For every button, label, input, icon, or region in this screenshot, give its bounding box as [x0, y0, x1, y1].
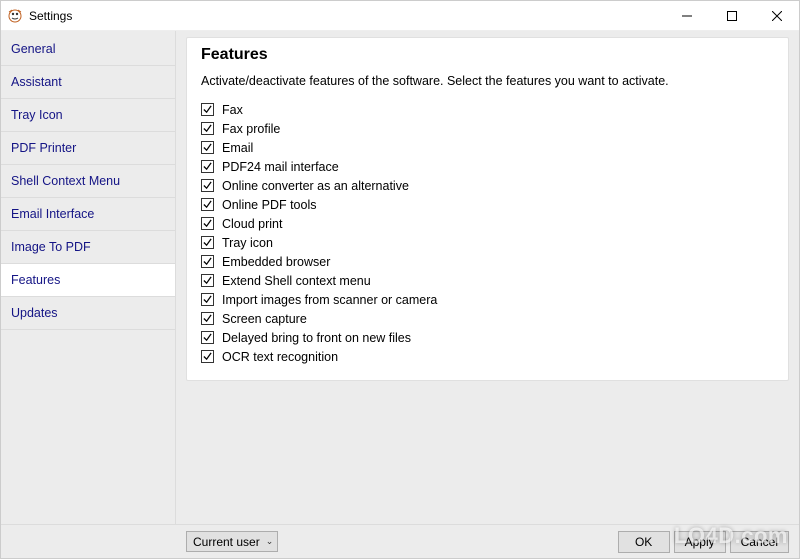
features-list: Fax Fax profile Email PDF24 mail interface O…: [201, 100, 774, 366]
ok-button[interactable]: OK: [618, 531, 670, 553]
sidebar-item-image-to-pdf[interactable]: Image To PDF: [1, 231, 175, 264]
sidebar-item-assistant[interactable]: Assistant: [1, 66, 175, 99]
feature-row: Email: [201, 138, 774, 157]
feature-checkbox[interactable]: [201, 274, 214, 287]
chevron-down-icon: ⌄: [266, 536, 274, 547]
sidebar-item-features[interactable]: Features: [1, 264, 175, 297]
feature-checkbox[interactable]: [201, 350, 214, 363]
settings-window: Settings GeneralAssistantTray IconPDF Pr…: [0, 0, 800, 559]
sidebar: GeneralAssistantTray IconPDF PrinterShel…: [1, 31, 176, 524]
feature-label: Cloud print: [222, 217, 282, 231]
feature-row: Online PDF tools: [201, 195, 774, 214]
feature-label: Delayed bring to front on new files: [222, 331, 411, 345]
feature-label: Fax profile: [222, 122, 280, 136]
feature-checkbox[interactable]: [201, 179, 214, 192]
feature-label: Extend Shell context menu: [222, 274, 371, 288]
feature-label: Online PDF tools: [222, 198, 316, 212]
feature-checkbox[interactable]: [201, 141, 214, 154]
sidebar-item-updates[interactable]: Updates: [1, 297, 175, 330]
features-panel: Features Activate/deactivate features of…: [186, 37, 789, 381]
feature-checkbox[interactable]: [201, 198, 214, 211]
app-icon: [7, 8, 23, 24]
feature-row: Fax profile: [201, 119, 774, 138]
feature-checkbox[interactable]: [201, 103, 214, 116]
window-title: Settings: [29, 9, 664, 23]
feature-label: Import images from scanner or camera: [222, 293, 437, 307]
feature-row: Extend Shell context menu: [201, 271, 774, 290]
feature-checkbox[interactable]: [201, 293, 214, 306]
feature-row: Fax: [201, 100, 774, 119]
feature-label: Screen capture: [222, 312, 307, 326]
cancel-button[interactable]: Cancel: [730, 531, 789, 553]
scope-dropdown[interactable]: Current user ⌄: [186, 531, 278, 552]
feature-checkbox[interactable]: [201, 312, 214, 325]
feature-label: PDF24 mail interface: [222, 160, 339, 174]
close-button[interactable]: [754, 1, 799, 30]
panel-heading: Features: [201, 46, 774, 64]
apply-button[interactable]: Apply: [674, 531, 726, 553]
feature-label: Fax: [222, 103, 243, 117]
titlebar: Settings: [1, 1, 799, 31]
feature-label: Embedded browser: [222, 255, 330, 269]
window-controls: [664, 1, 799, 30]
minimize-button[interactable]: [664, 1, 709, 30]
feature-row: OCR text recognition: [201, 347, 774, 366]
feature-checkbox[interactable]: [201, 160, 214, 173]
feature-checkbox[interactable]: [201, 122, 214, 135]
main-area: Features Activate/deactivate features of…: [176, 31, 799, 524]
feature-checkbox[interactable]: [201, 331, 214, 344]
window-body: GeneralAssistantTray IconPDF PrinterShel…: [1, 31, 799, 524]
sidebar-item-general[interactable]: General: [1, 33, 175, 66]
feature-row: Cloud print: [201, 214, 774, 233]
scope-dropdown-label: Current user: [193, 535, 260, 549]
panel-description: Activate/deactivate features of the soft…: [201, 74, 774, 88]
maximize-button[interactable]: [709, 1, 754, 30]
feature-checkbox[interactable]: [201, 217, 214, 230]
feature-row: Delayed bring to front on new files: [201, 328, 774, 347]
sidebar-item-tray-icon[interactable]: Tray Icon: [1, 99, 175, 132]
feature-label: Online converter as an alternative: [222, 179, 409, 193]
feature-row: Tray icon: [201, 233, 774, 252]
feature-checkbox[interactable]: [201, 236, 214, 249]
feature-row: Online converter as an alternative: [201, 176, 774, 195]
feature-checkbox[interactable]: [201, 255, 214, 268]
feature-row: PDF24 mail interface: [201, 157, 774, 176]
feature-row: Screen capture: [201, 309, 774, 328]
sidebar-item-email-interface[interactable]: Email Interface: [1, 198, 175, 231]
feature-label: Tray icon: [222, 236, 273, 250]
sidebar-item-shell-context-menu[interactable]: Shell Context Menu: [1, 165, 175, 198]
feature-label: Email: [222, 141, 253, 155]
feature-row: Embedded browser: [201, 252, 774, 271]
footer: Current user ⌄ OK Apply Cancel: [1, 524, 799, 558]
feature-row: Import images from scanner or camera: [201, 290, 774, 309]
feature-label: OCR text recognition: [222, 350, 338, 364]
sidebar-item-pdf-printer[interactable]: PDF Printer: [1, 132, 175, 165]
